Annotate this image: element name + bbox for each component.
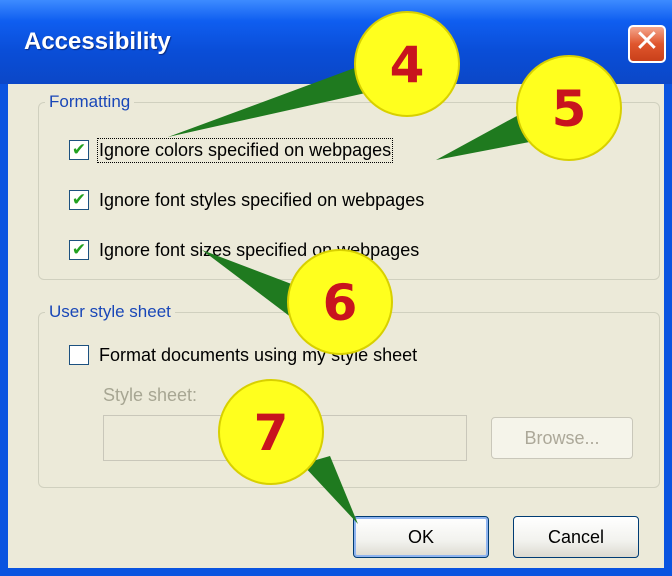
user-style-sheet-group: User style sheet Format documents using … <box>38 302 660 488</box>
user-style-sheet-group-label: User style sheet <box>45 302 175 322</box>
close-icon[interactable]: ✕ <box>628 25 666 63</box>
accessibility-dialog: Accessibility ✕ Formatting ✔ Ignore colo… <box>0 0 672 576</box>
formatting-group-label: Formatting <box>45 92 135 112</box>
ignore-font-sizes-checkbox[interactable]: ✔ <box>69 240 89 260</box>
ignore-font-sizes-label[interactable]: Ignore font sizes specified on webpages <box>99 240 419 261</box>
ignore-colors-label[interactable]: Ignore colors specified on webpages <box>96 138 394 163</box>
ignore-colors-checkbox[interactable]: ✔ <box>69 140 89 160</box>
dialog-body: Formatting ✔ Ignore colors specified on … <box>8 84 664 568</box>
browse-button[interactable]: Browse... <box>491 417 633 459</box>
format-with-style-sheet-label[interactable]: Format documents using my style sheet <box>99 345 417 366</box>
ok-button[interactable]: OK <box>353 516 489 558</box>
ignore-font-styles-label[interactable]: Ignore font styles specified on webpages <box>99 190 424 211</box>
title-bar[interactable]: Accessibility ✕ <box>0 0 672 84</box>
formatting-group: Formatting ✔ Ignore colors specified on … <box>38 92 660 280</box>
style-sheet-label: Style sheet: <box>103 385 198 405</box>
format-with-style-sheet-checkbox[interactable] <box>69 345 89 365</box>
style-sheet-input[interactable] <box>103 415 467 461</box>
ignore-font-styles-checkbox[interactable]: ✔ <box>69 190 89 210</box>
cancel-button[interactable]: Cancel <box>513 516 639 558</box>
window-title: Accessibility <box>24 28 171 55</box>
